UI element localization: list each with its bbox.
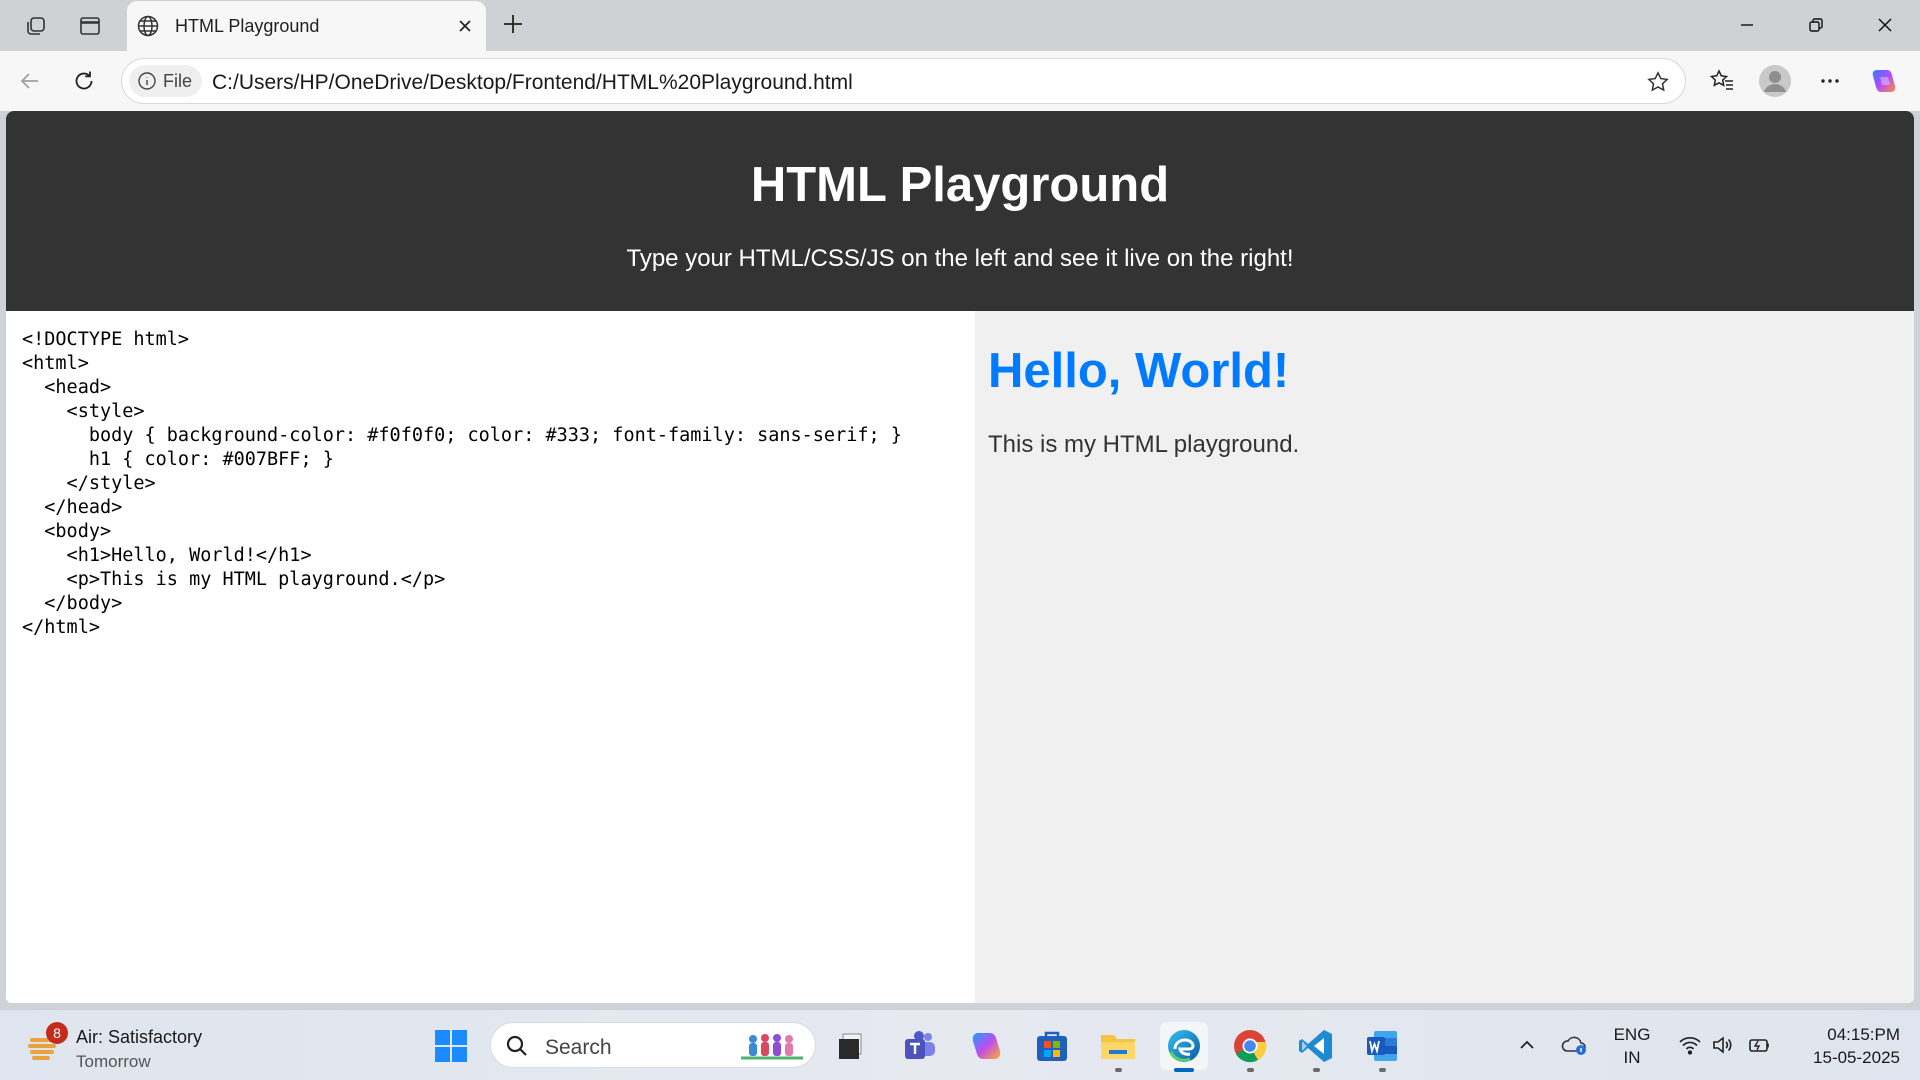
url-text[interactable]: C:/Users/HP/OneDrive/Desktop/Frontend/HT… [212, 71, 853, 95]
clock-time: 04:15:PM [1827, 1025, 1900, 1044]
language-code: ENG [1613, 1025, 1651, 1044]
plus-icon[interactable] [497, 8, 529, 40]
language-indicator[interactable]: ENG IN [1610, 1023, 1654, 1069]
weather-line-2: Tomorrow [76, 1052, 151, 1071]
search-icon [506, 1035, 527, 1056]
site-info-button[interactable]: File [129, 65, 202, 97]
chevron-up-icon[interactable] [1512, 1030, 1542, 1060]
copilot-icon[interactable] [1866, 63, 1902, 99]
vertical-tabs-icon[interactable] [74, 10, 106, 42]
notification-badge: 8 [46, 1022, 68, 1044]
tab-strip: HTML Playground [0, 0, 1920, 51]
system-clock[interactable]: 04:15:PM 15-05-2025 [1790, 1023, 1900, 1069]
search-highlight-icon [741, 1034, 803, 1060]
running-indicator [1115, 1068, 1122, 1072]
teams-icon[interactable] [896, 1022, 944, 1070]
copilot-app-icon[interactable] [962, 1022, 1010, 1070]
page-title: HTML Playground [750, 158, 1170, 212]
favorites-icon[interactable] [1704, 63, 1740, 99]
edge-icon[interactable] [1160, 1022, 1208, 1072]
taskbar: 8 Air: Satisfactory Tomorrow Search ENG … [0, 1009, 1920, 1080]
refresh-icon[interactable] [66, 63, 102, 99]
running-indicator [1379, 1068, 1386, 1072]
region-code: IN [1623, 1048, 1641, 1067]
wifi-icon[interactable] [1675, 1030, 1705, 1060]
onedrive-icon[interactable] [1560, 1030, 1590, 1060]
preview-paragraph: This is my HTML playground. [988, 431, 1300, 458]
address-bar[interactable]: File C:/Users/HP/OneDrive/Desktop/Fronte… [121, 58, 1686, 104]
weather-widget[interactable]: 8 Air: Satisfactory Tomorrow [28, 1022, 228, 1071]
vscode-icon[interactable] [1292, 1022, 1340, 1072]
battery-icon[interactable] [1745, 1030, 1775, 1060]
window-close-icon[interactable] [1862, 6, 1908, 44]
tab-html-playground[interactable]: HTML Playground [127, 1, 486, 51]
page-header: HTML Playground Type your HTML/CSS/JS on… [6, 111, 1914, 311]
start-icon[interactable] [427, 1022, 475, 1070]
browser-toolbar: File C:/Users/HP/OneDrive/Desktop/Fronte… [0, 51, 1920, 111]
file-explorer-icon[interactable] [827, 1022, 875, 1070]
taskbar-search[interactable]: Search [490, 1022, 816, 1068]
close-icon[interactable] [450, 11, 480, 41]
restore-icon[interactable] [1793, 6, 1839, 44]
code-editor-text[interactable]: <!DOCTYPE html> <html> <head> <style> bo… [22, 328, 902, 640]
globe-icon [136, 14, 160, 38]
clock-date: 15-05-2025 [1813, 1048, 1900, 1067]
page-subtitle: Type your HTML/CSS/JS on the left and se… [626, 245, 1294, 272]
running-indicator [1313, 1068, 1320, 1072]
search-label: Search [545, 1036, 612, 1059]
folder-icon[interactable] [1094, 1022, 1142, 1072]
profile-icon[interactable] [1757, 63, 1793, 99]
info-icon [138, 72, 156, 90]
live-preview: Hello, World! This is my HTML playground… [975, 311, 1914, 1003]
word-icon[interactable] [1358, 1022, 1406, 1072]
chrome-icon[interactable] [1226, 1022, 1274, 1072]
workspaces-icon[interactable] [20, 10, 52, 42]
page-viewport: HTML Playground Type your HTML/CSS/JS on… [6, 111, 1914, 1003]
running-indicator [1247, 1068, 1254, 1072]
back-icon[interactable] [12, 63, 48, 99]
minimize-icon[interactable] [1724, 6, 1770, 44]
volume-icon[interactable] [1708, 1030, 1738, 1060]
tab-title: HTML Playground [175, 16, 320, 36]
store-icon[interactable] [1028, 1022, 1076, 1070]
star-icon[interactable] [1643, 67, 1673, 97]
active-indicator [1174, 1068, 1194, 1072]
scheme-label: File [163, 70, 193, 91]
preview-heading: Hello, World! [988, 344, 1290, 398]
more-icon[interactable] [1812, 63, 1848, 99]
weather-line-1: Air: Satisfactory [76, 1027, 203, 1047]
code-editor[interactable]: <!DOCTYPE html> <html> <head> <style> bo… [6, 311, 975, 1003]
